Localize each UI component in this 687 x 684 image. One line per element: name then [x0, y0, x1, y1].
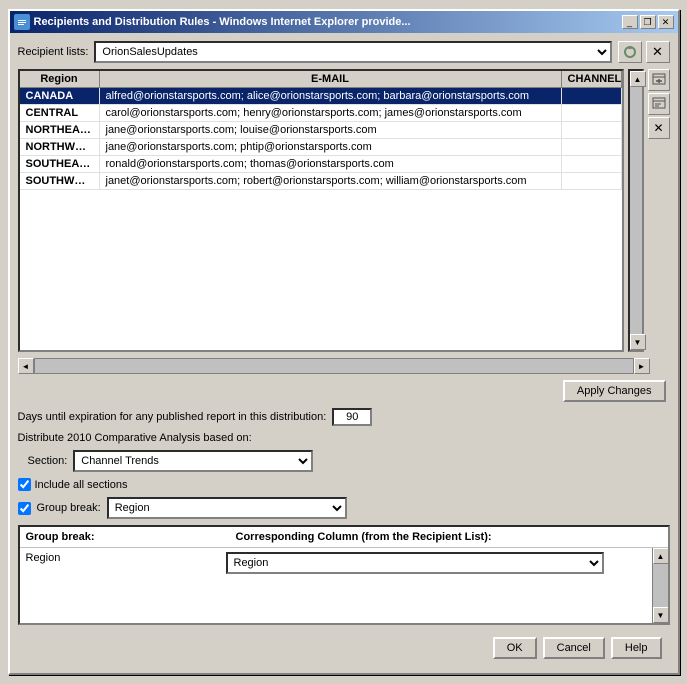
table-cell-email: ronald@orionstarsports.com; thomas@orion… [100, 156, 562, 172]
table-row[interactable]: CANADAalfred@orionstarsports.com; alice@… [20, 88, 622, 105]
group-break-region-label: Region [26, 552, 61, 564]
close-button[interactable]: ✕ [658, 15, 674, 29]
apply-row: Apply Changes [18, 380, 670, 402]
main-content: Recipient lists: OrionSalesUpdates ✕ Reg… [10, 33, 678, 673]
bottom-panel-corresponding-col: Region Channel Product [220, 548, 652, 623]
window-icon [14, 14, 30, 30]
scroll-left-button[interactable]: ◄ [18, 358, 34, 374]
help-button[interactable]: Help [611, 637, 662, 659]
apply-changes-button[interactable]: Apply Changes [563, 380, 666, 402]
table-cell-region: SOUTHWEST [20, 173, 100, 189]
dialog-footer: OK Cancel Help [18, 631, 670, 665]
cancel-button[interactable]: Cancel [543, 637, 605, 659]
group-break-row: Group break: Region Channel Product [18, 497, 670, 519]
expiry-label: Days until expiration for any published … [18, 411, 327, 423]
include-all-label: Include all sections [35, 479, 128, 491]
table-row[interactable]: NORTHEASTjane@orionstarsports.com; louis… [20, 122, 622, 139]
refresh-button[interactable] [618, 41, 642, 63]
th-channel: CHANNEL [562, 71, 622, 87]
expiry-input[interactable] [332, 408, 372, 426]
recipient-toolbar: ✕ [618, 41, 670, 63]
th-region: Region [20, 71, 100, 87]
include-all-checkbox[interactable] [18, 478, 31, 491]
close-list-button[interactable]: ✕ [646, 41, 670, 63]
table-cell-channel [562, 105, 622, 121]
window-title: Recipients and Distribution Rules - Wind… [34, 16, 411, 28]
section-dropdown[interactable]: Channel Trends Product Summary Regional … [73, 450, 313, 472]
recipient-dropdown[interactable]: OrionSalesUpdates [94, 41, 611, 63]
table-cell-email: carol@orionstarsports.com; henry@orionst… [100, 105, 562, 121]
scrollbar-track [630, 87, 642, 334]
table-cell-channel [562, 173, 622, 189]
table-cell-email: jane@orionstarsports.com; phtip@orionsta… [100, 139, 562, 155]
section-label: Section: [28, 455, 68, 467]
distribute-label: Distribute 2010 Comparative Analysis bas… [18, 432, 670, 444]
restore-button[interactable]: ❐ [640, 15, 656, 29]
bottom-panel: Group break: Corresponding Column (from … [18, 525, 670, 625]
bottom-panel-col1-header: Group break: [26, 531, 226, 543]
table-cell-channel [562, 88, 622, 104]
delete-row-button[interactable]: ✕ [648, 117, 670, 139]
table-cell-channel [562, 139, 622, 155]
recipient-row: Recipient lists: OrionSalesUpdates ✕ [18, 41, 670, 63]
title-bar-left: Recipients and Distribution Rules - Wind… [14, 14, 411, 30]
bottom-scroll-up-button[interactable]: ▲ [653, 548, 668, 564]
section-row: Section: Channel Trends Product Summary … [18, 450, 670, 472]
expiry-row: Days until expiration for any published … [18, 408, 670, 426]
include-all-row: Include all sections [18, 478, 670, 491]
table-row[interactable]: CENTRALcarol@orionstarsports.com; henry@… [20, 105, 622, 122]
bottom-panel-header: Group break: Corresponding Column (from … [20, 527, 668, 548]
bottom-panel-col2-header: Corresponding Column (from the Recipient… [236, 531, 662, 543]
table-cell-email: jane@orionstarsports.com; louise@orionst… [100, 122, 562, 138]
scroll-right-button[interactable]: ► [634, 358, 650, 374]
bottom-panel-group-break-value: Region [20, 548, 220, 623]
title-bar: Recipients and Distribution Rules - Wind… [10, 11, 678, 33]
table-cell-region: CENTRAL [20, 105, 100, 121]
group-break-dropdown[interactable]: Region Channel Product [107, 497, 347, 519]
th-email: E-MAIL [100, 71, 562, 87]
table-cell-channel [562, 122, 622, 138]
edit-row-button[interactable] [648, 93, 670, 115]
table-cell-region: SOUTHEAST [20, 156, 100, 172]
side-toolbar: ✕ [648, 69, 670, 352]
scrollbar-down-button[interactable]: ▼ [630, 334, 646, 350]
table-cell-channel [562, 156, 622, 172]
scrollbar-up-button[interactable]: ▲ [630, 71, 646, 87]
corresponding-dropdown[interactable]: Region Channel Product [226, 552, 604, 574]
main-panel: Region E-MAIL CHANNEL CANADAalfred@orion… [18, 69, 670, 352]
horiz-scrollbar: ◄ ► [18, 358, 650, 374]
bottom-scroll-track [653, 564, 668, 607]
ok-button[interactable]: OK [493, 637, 537, 659]
table-body: CANADAalfred@orionstarsports.com; alice@… [20, 88, 622, 350]
recipient-label: Recipient lists: [18, 46, 89, 58]
bottom-panel-scrollbar: ▲ ▼ [652, 548, 668, 623]
table-cell-email: alfred@orionstarsports.com; alice@orions… [100, 88, 562, 104]
bottom-scroll-down-button[interactable]: ▼ [653, 607, 668, 623]
table-row[interactable]: SOUTHWESTjanet@orionstarsports.com; robe… [20, 173, 622, 190]
table-cell-region: NORTHWEST [20, 139, 100, 155]
table-row[interactable]: SOUTHEASTronald@orionstarsports.com; tho… [20, 156, 622, 173]
group-break-label: Group break: [37, 502, 101, 514]
table-header: Region E-MAIL CHANNEL [20, 71, 622, 88]
group-break-checkbox[interactable] [18, 502, 31, 515]
main-window: Recipients and Distribution Rules - Wind… [8, 9, 680, 675]
table-cell-email: janet@orionstarsports.com; robert@orions… [100, 173, 562, 189]
table-cell-region: NORTHEAST [20, 122, 100, 138]
table-row[interactable]: NORTHWESTjane@orionstarsports.com; phtip… [20, 139, 622, 156]
table-cell-region: CANADA [20, 88, 100, 104]
table-container: Region E-MAIL CHANNEL CANADAalfred@orion… [18, 69, 624, 352]
title-bar-controls: _ ❐ ✕ [622, 15, 674, 29]
add-row-button[interactable] [648, 69, 670, 91]
horiz-scroll-track [34, 358, 634, 374]
minimize-button[interactable]: _ [622, 15, 638, 29]
